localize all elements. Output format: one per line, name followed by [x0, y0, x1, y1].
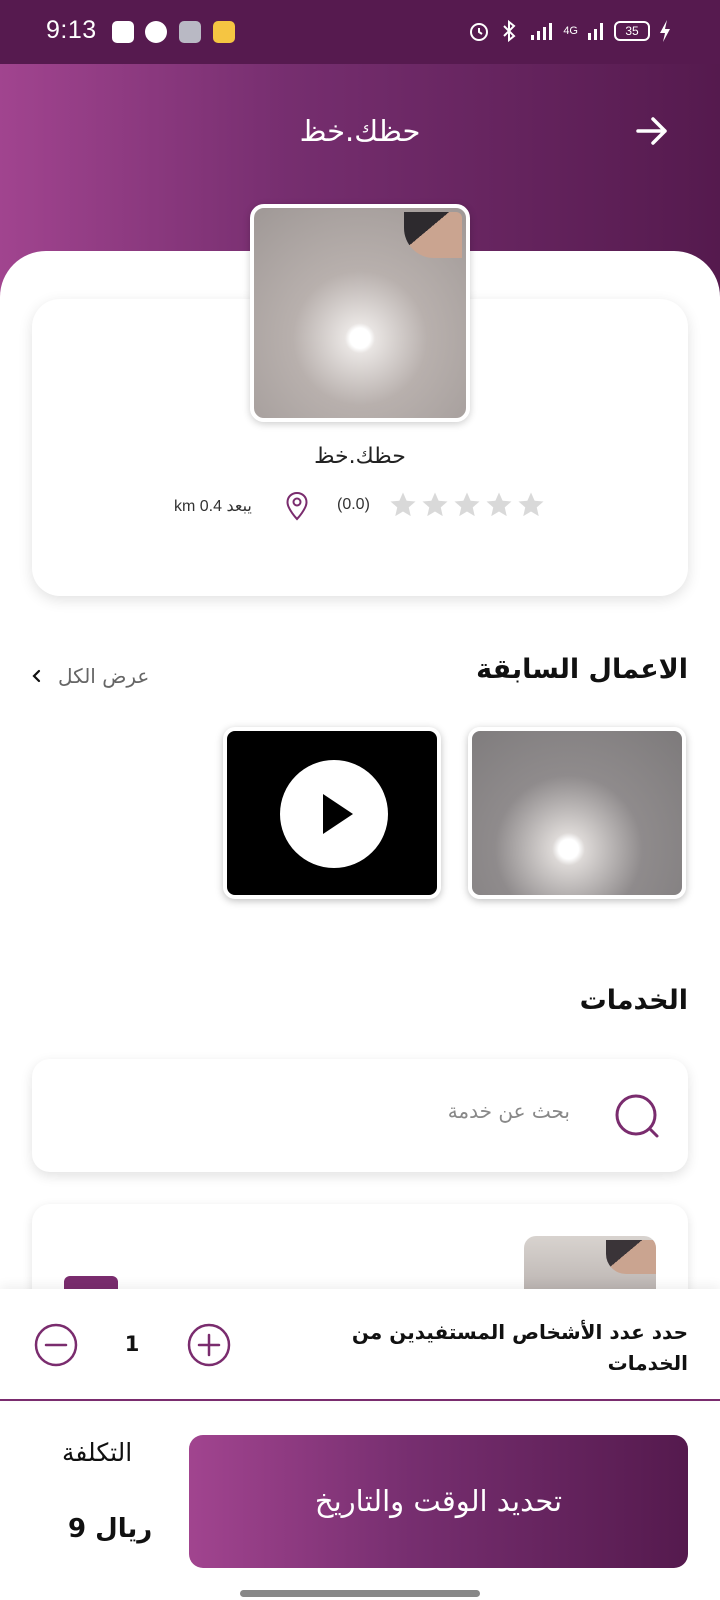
increment-button[interactable] — [187, 1323, 231, 1367]
signal-icon — [531, 23, 553, 40]
network-type: 4G — [563, 25, 578, 37]
view-all-label: عرض الكل — [58, 664, 150, 688]
schedule-button[interactable]: تحديد الوقت والتاريخ — [189, 1435, 688, 1568]
provider-avatar[interactable] — [250, 204, 470, 422]
cost-value: 9 ريال — [68, 1514, 153, 1544]
status-bar: 9:13 4G 35 — [0, 0, 720, 64]
alarm-icon — [470, 23, 489, 41]
previous-works-title: الاعمال السابقة — [476, 654, 688, 685]
star-icon — [454, 492, 480, 517]
status-indicators: 4G 35 — [467, 16, 672, 46]
bluetooth-icon — [503, 19, 516, 43]
rating-value: (0.0) — [337, 496, 370, 513]
work-photo[interactable] — [468, 727, 686, 899]
phone-icon — [145, 21, 167, 43]
notification-app-icon — [112, 21, 134, 43]
settings-app-icon — [179, 21, 201, 43]
services-title: الخدمات — [579, 985, 688, 1016]
provider-name: حظك.خظ — [314, 444, 406, 469]
status-time: 9:13 — [46, 16, 97, 44]
beneficiaries-label: حدد عدد الأشخاص المستفيدين من الخدمات — [351, 1320, 688, 1375]
view-all-link[interactable]: عرض الكل — [30, 664, 149, 688]
distance-text: km 0.4 يبعد — [174, 498, 252, 515]
search-icon — [615, 1094, 659, 1138]
quantity-value: 1 — [124, 1332, 140, 1356]
photo-detail — [404, 212, 462, 258]
location-pin-icon — [286, 491, 308, 521]
photo-detail — [606, 1240, 656, 1274]
rating-row: (0.0) km 0.4 يبعد — [0, 490, 720, 524]
star-icon — [390, 492, 416, 517]
battery-indicator: 35 — [614, 21, 650, 41]
home-indicator[interactable] — [240, 1590, 480, 1597]
emoji-app-icon — [213, 21, 235, 43]
search-placeholder: بحث عن خدمة — [447, 1099, 570, 1123]
work-video[interactable] — [223, 727, 441, 899]
signal-icon-2 — [588, 23, 603, 40]
star-icon — [518, 492, 544, 517]
decrement-button[interactable] — [34, 1323, 78, 1367]
star-icon — [422, 492, 448, 517]
arrow-right-icon[interactable] — [634, 113, 670, 149]
charging-icon — [660, 20, 670, 42]
beneficiaries-panel: حدد عدد الأشخاص المستفيدين من الخدمات 1 — [0, 1289, 720, 1401]
play-icon[interactable] — [279, 759, 389, 869]
service-search-input[interactable]: بحث عن خدمة — [32, 1059, 688, 1172]
star-rating — [388, 490, 546, 520]
chevron-left-icon — [32, 669, 41, 683]
cost-label: التكلفة — [62, 1438, 133, 1467]
star-icon — [486, 492, 512, 517]
page-title: حظك.خظ — [299, 114, 421, 148]
